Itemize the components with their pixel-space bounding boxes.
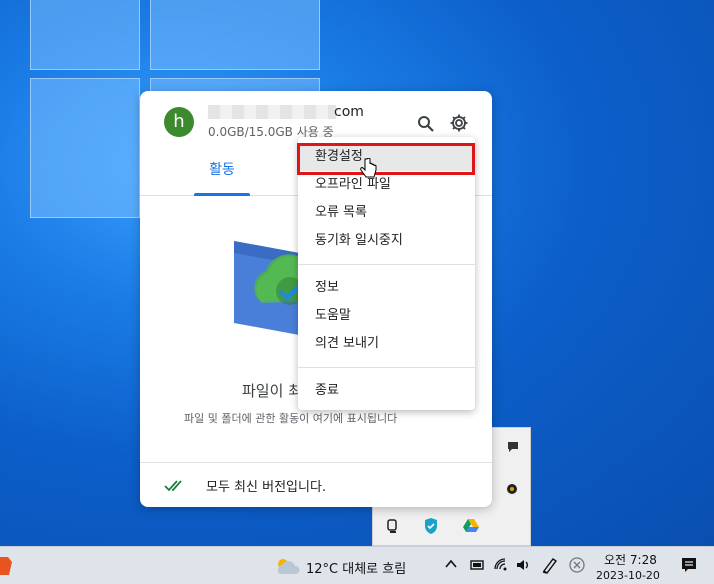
wifi-icon[interactable] — [493, 557, 509, 577]
search-icon[interactable] — [413, 111, 437, 135]
settings-menu: 환경설정 오프라인 파일 오류 목록 동기화 일시중지 정보 도움말 의견 보내… — [298, 137, 475, 410]
check-double-icon — [164, 477, 186, 496]
clock-date[interactable]: 2023-10-20 — [596, 569, 660, 582]
weather-cloud-icon[interactable] — [274, 556, 300, 580]
taskbar: 12°C 대체로 흐림 오전 7:28 2023-10-20 — [0, 546, 714, 584]
pen-icon[interactable] — [541, 556, 559, 578]
empty-state-description: 파일 및 폴더에 관한 활동이 여기에 표시됩니다 — [184, 412, 398, 425]
menu-item-error-list[interactable]: 오류 목록 — [298, 199, 475, 227]
speaker-icon[interactable] — [515, 557, 531, 577]
notification-icon[interactable] — [680, 556, 698, 578]
chat-icon[interactable] — [506, 440, 520, 458]
weather-text[interactable]: 12°C 대체로 흐림 — [306, 558, 406, 577]
sync-status-footer: 모두 최신 버전입니다. — [140, 462, 492, 507]
mouse-pointer-icon — [360, 157, 378, 184]
bug-icon[interactable] — [504, 480, 520, 500]
menu-item-send-feedback[interactable]: 의견 보내기 — [298, 330, 475, 358]
google-drive-tray-icon[interactable] — [463, 518, 479, 537]
sync-status-text: 모두 최신 버전입니다. — [206, 480, 327, 495]
menu-divider — [298, 264, 475, 265]
menu-item-offline-files[interactable]: 오프라인 파일 — [298, 171, 475, 199]
tab-activity[interactable]: 활동 — [194, 149, 250, 196]
empty-state-title: 파일이 최 — [242, 382, 302, 400]
gear-icon[interactable] — [447, 111, 471, 135]
menu-item-pause-sync[interactable]: 동기화 일시중지 — [298, 227, 475, 255]
avatar[interactable]: h — [164, 107, 194, 137]
account-email: com — [334, 104, 364, 120]
shield-icon[interactable] — [423, 517, 439, 539]
webcam-icon[interactable] — [385, 518, 401, 538]
battery-icon[interactable] — [469, 559, 485, 575]
menu-item-quit[interactable]: 종료 — [298, 377, 475, 405]
email-redacted — [208, 105, 336, 119]
menu-item-preferences[interactable]: 환경설정 — [298, 143, 475, 171]
menu-item-about[interactable]: 정보 — [298, 274, 475, 302]
clock-time[interactable]: 오전 7:28 — [604, 551, 657, 568]
close-circle-icon[interactable] — [569, 557, 585, 577]
menu-item-help[interactable]: 도움말 — [298, 302, 475, 330]
chevron-up-icon[interactable] — [445, 557, 457, 575]
menu-divider — [298, 367, 475, 368]
brave-browser-icon[interactable] — [0, 555, 12, 581]
